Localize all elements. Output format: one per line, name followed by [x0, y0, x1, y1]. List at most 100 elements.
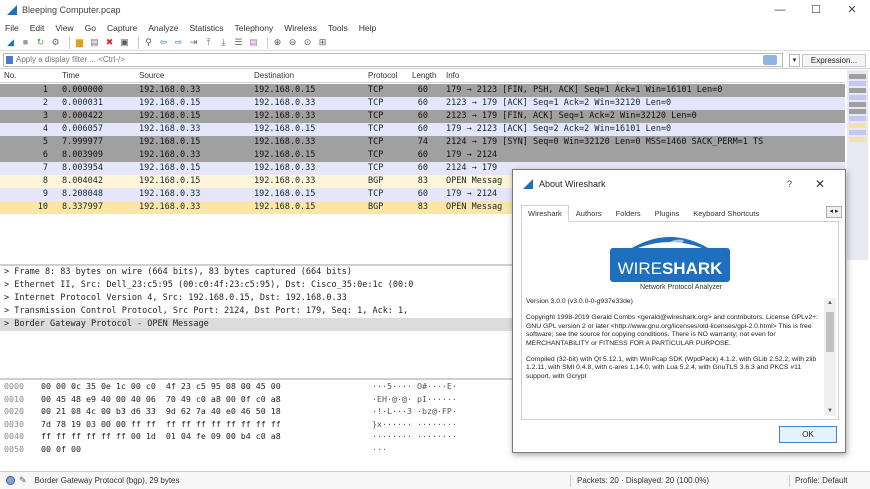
go-forward-icon[interactable]: ⇨: [173, 37, 184, 48]
colorize-icon[interactable]: ▤: [248, 37, 259, 48]
about-text: Version 3.0.0 (v3.0.0-0-g937e33de) Copyr…: [526, 298, 821, 416]
packet-time: 8.337997: [62, 202, 103, 212]
go-back-icon[interactable]: ⇦: [158, 37, 169, 48]
tab-folders[interactable]: Folders: [609, 205, 648, 222]
open-file-icon[interactable]: ▆: [74, 37, 85, 48]
bytes-row[interactable]: 0040 ff ff ff ff ff ff 00 1d 01 04 fe 09 …: [0, 430, 512, 443]
bytes-row[interactable]: 0030 7d 78 19 03 00 00 ff ff ff ff ff ff …: [0, 418, 512, 431]
bytes-row[interactable]: 0020 00 21 08 4c 00 b3 d6 33 9d 62 7a 40 …: [0, 405, 512, 418]
resize-columns-icon[interactable]: ⊞: [317, 37, 328, 48]
packet-row[interactable]: 3 0.000422 192.168.0.15 192.168.0.33 TCP 60 21…: [0, 110, 845, 123]
tab-plugins[interactable]: Plugins: [648, 205, 687, 222]
logo-subtitle: Network Protocol Analyzer: [639, 284, 723, 291]
packet-destination: 192.168.0.15: [254, 202, 316, 212]
packet-destination: 192.168.0.15: [254, 189, 316, 199]
go-to-packet-icon[interactable]: ⇥: [188, 37, 199, 48]
bytes-row[interactable]: 0000 00 00 0c 35 0e 1c 00 c0 4f 23 c5 95 …: [0, 380, 512, 393]
menu-capture[interactable]: Capture: [107, 23, 137, 33]
autoscroll-icon[interactable]: ☰: [233, 37, 244, 48]
ok-button[interactable]: OK: [779, 426, 837, 443]
menu-tools[interactable]: Tools: [328, 23, 348, 33]
bytes-row[interactable]: 0050 00 0f 00 ···: [0, 443, 512, 456]
restart-capture-icon[interactable]: ↻: [35, 37, 46, 48]
menu-go[interactable]: Go: [85, 23, 96, 33]
menu-analyze[interactable]: Analyze: [148, 23, 178, 33]
packet-length: 60: [417, 189, 428, 199]
tab-authors[interactable]: Authors: [569, 205, 609, 222]
packet-no: 4: [42, 124, 48, 134]
status-profile[interactable]: Profile: Default: [795, 476, 847, 485]
scroll-thumb[interactable]: [826, 312, 834, 352]
apply-filter-arrow-icon[interactable]: [763, 55, 777, 65]
detail-bgp[interactable]: > Border Gateway Protocol - OPEN Message: [0, 318, 512, 331]
menu-statistics[interactable]: Statistics: [189, 23, 223, 33]
bookmark-icon[interactable]: [6, 56, 13, 64]
help-icon[interactable]: ?: [787, 179, 792, 189]
reload-file-icon[interactable]: ▣: [119, 37, 130, 48]
packet-time: 7.999977: [62, 137, 103, 147]
capture-options-icon[interactable]: ⚙: [50, 37, 61, 48]
col-length[interactable]: Length: [412, 71, 436, 80]
expression-button[interactable]: Expression...: [802, 54, 866, 67]
menu-wireless[interactable]: Wireless: [284, 23, 317, 33]
col-time[interactable]: Time: [62, 71, 79, 80]
display-filter-input[interactable]: Apply a display filter ... <Ctrl-/>: [3, 53, 783, 67]
close-window-button[interactable]: ✕: [834, 0, 870, 20]
save-file-icon[interactable]: ▤: [89, 37, 100, 48]
tab-scroll-arrows[interactable]: ◂ ▸: [826, 206, 842, 218]
packet-row[interactable]: 6 8.003909 192.168.0.33 192.168.0.15 TCP 60 17…: [0, 149, 845, 162]
packet-source: 192.168.0.15: [139, 163, 201, 173]
detail-frame[interactable]: > Frame 8: 83 bytes on wire (664 bits), …: [0, 266, 512, 279]
detail-ip[interactable]: > Internet Protocol Version 4, Src: 192.…: [0, 292, 512, 305]
col-source[interactable]: Source: [139, 71, 164, 80]
minimize-button[interactable]: —: [762, 0, 798, 20]
expert-info-icon[interactable]: [6, 476, 15, 485]
last-packet-icon[interactable]: ⤓: [218, 37, 229, 48]
packet-row[interactable]: 5 7.999977 192.168.0.15 192.168.0.33 TCP 74 21…: [0, 136, 845, 149]
menu-help[interactable]: Help: [359, 23, 376, 33]
title-bar: Bleeping Computer.pcap — ☐ ✕: [0, 0, 870, 20]
start-capture-icon[interactable]: ◢: [5, 37, 16, 48]
tab-keyboard-shortcuts[interactable]: Keyboard Shortcuts: [686, 205, 766, 222]
scroll-down-icon[interactable]: ▼: [824, 408, 836, 414]
packet-minimap[interactable]: [847, 70, 868, 260]
packet-row[interactable]: 1 0.000000 192.168.0.33 192.168.0.15 TCP 60 17…: [0, 84, 845, 97]
maximize-button[interactable]: ☐: [798, 0, 834, 20]
packet-destination: 192.168.0.33: [254, 111, 316, 121]
menu-telephony[interactable]: Telephony: [235, 23, 274, 33]
col-info[interactable]: Info: [446, 71, 459, 80]
col-destination[interactable]: Destination: [254, 71, 294, 80]
detail-ethernet[interactable]: > Ethernet II, Src: Dell_23:c5:95 (00:c0…: [0, 279, 512, 292]
zoom-reset-icon[interactable]: ⊙: [302, 37, 313, 48]
packet-source: 192.168.0.15: [139, 176, 201, 186]
packet-no: 10: [37, 202, 48, 212]
bytes-ascii: ·EH·@·@· pI······: [372, 393, 457, 404]
menu-file[interactable]: File: [5, 23, 19, 33]
packet-length: 83: [417, 176, 428, 186]
about-scrollbar[interactable]: ▲ ▼: [824, 298, 836, 416]
about-close-button[interactable]: ✕: [815, 177, 825, 191]
packet-row[interactable]: 4 0.006057 192.168.0.33 192.168.0.15 TCP 60 17…: [0, 123, 845, 136]
bytes-offset: 0000: [4, 381, 24, 391]
capture-comment-icon[interactable]: ✎: [19, 475, 27, 486]
scroll-up-icon[interactable]: ▲: [824, 300, 836, 306]
menu-edit[interactable]: Edit: [30, 23, 45, 33]
about-title-bar: About Wireshark: [513, 170, 845, 198]
col-no[interactable]: No.: [4, 71, 16, 80]
bytes-ascii: ···5···· O#····E·: [372, 381, 457, 391]
zoom-out-icon[interactable]: ⊖: [287, 37, 298, 48]
first-packet-icon[interactable]: ⤒: [203, 37, 214, 48]
filter-history-dropdown[interactable]: ▾: [789, 54, 800, 67]
zoom-in-icon[interactable]: ⊕: [272, 37, 283, 48]
stop-capture-icon[interactable]: ■: [20, 37, 31, 48]
close-file-icon[interactable]: ✖: [104, 37, 115, 48]
col-protocol[interactable]: Protocol: [368, 71, 397, 80]
tab-wireshark[interactable]: Wireshark: [521, 205, 569, 222]
packet-destination: 192.168.0.33: [254, 137, 316, 147]
menu-view[interactable]: View: [55, 23, 73, 33]
detail-tcp[interactable]: > Transmission Control Protocol, Src Por…: [0, 305, 512, 318]
bytes-row[interactable]: 0010 00 45 48 e9 40 00 40 06 70 49 c0 a8 …: [0, 393, 512, 406]
find-packet-icon[interactable]: ⚲: [143, 37, 154, 48]
packet-row[interactable]: 2 0.000031 192.168.0.15 192.168.0.33 TCP 60 21…: [0, 97, 845, 110]
about-panel: WIRESHARK Network Protocol Analyzer Vers…: [521, 222, 839, 420]
